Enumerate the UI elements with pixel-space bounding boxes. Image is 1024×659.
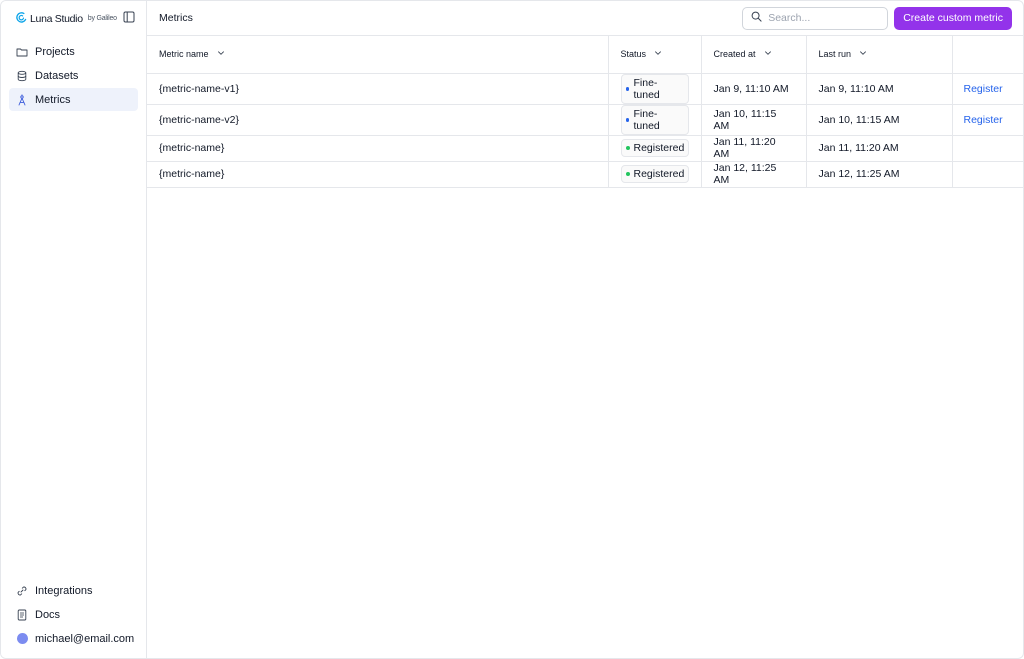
metric-name-cell: {metric-name-v1} — [147, 73, 609, 105]
sidebar-item-datasets[interactable]: Datasets — [9, 64, 138, 87]
status-badge: Registered — [620, 139, 690, 158]
page-title: Metrics — [159, 12, 193, 24]
status-label: Fine-tuned — [633, 76, 660, 101]
metrics-table: Metric name Status Created at Last run {… — [147, 36, 1023, 189]
status-dot — [625, 86, 630, 91]
sidebar-item-docs[interactable]: Docs — [9, 603, 138, 626]
chevron-down-icon — [654, 49, 662, 59]
column-label: Created at — [713, 49, 756, 60]
column-header-actions — [952, 36, 1023, 74]
created-at-cell: Jan 11, 11:20 AM — [701, 135, 807, 162]
create-custom-metric-button[interactable]: Create custom metric — [894, 6, 1012, 30]
chevron-down-icon — [764, 49, 772, 59]
metric-name-cell: {metric-name} — [147, 161, 609, 189]
table-header-row: Metric name Status Created at Last run — [147, 36, 1023, 74]
user-email: michael@email.com — [35, 632, 135, 645]
status-label: Registered — [633, 168, 685, 181]
register-link[interactable]: Register — [964, 83, 1003, 95]
link-icon — [16, 585, 28, 597]
sidebar-bottom: Integrations Docs michael@email.com — [1, 579, 146, 658]
status-cell: Fine-tuned — [608, 104, 702, 136]
status-dot — [625, 172, 630, 177]
database-icon — [16, 70, 28, 82]
column-header-status[interactable]: Status — [608, 36, 702, 74]
last-run-cell: Jan 12, 11:25 AM — [806, 161, 953, 189]
last-run-cell: Jan 11, 11:20 AM — [806, 135, 953, 162]
search-icon — [751, 11, 762, 25]
luna-logo-icon — [16, 11, 27, 26]
column-label: Metric name — [159, 49, 209, 60]
sidebar-item-label: Docs — [35, 608, 61, 621]
status-cell: Registered — [608, 135, 702, 162]
sidebar-item-label: Metrics — [35, 93, 71, 106]
last-run-cell: Jan 10, 11:15 AM — [806, 104, 953, 136]
status-dot — [625, 146, 630, 151]
brand-by: by Galileo — [87, 15, 117, 22]
action-cell — [952, 161, 1023, 189]
created-at-cell: Jan 12, 11:25 AM — [701, 161, 807, 189]
sidebar-toggle-icon — [123, 11, 135, 26]
last-run-cell: Jan 9, 11:10 AM — [806, 73, 953, 105]
table-row[interactable]: {metric-name} Registered Jan 11, 11:20 A… — [147, 135, 1023, 162]
search-box[interactable] — [742, 6, 889, 30]
column-header-metric-name[interactable]: Metric name — [147, 36, 609, 74]
sidebar-toggle-button[interactable] — [122, 11, 136, 26]
status-cell: Registered — [608, 161, 702, 189]
column-header-created-at[interactable]: Created at — [701, 36, 807, 74]
created-at-cell: Jan 10, 11:15 AM — [701, 104, 807, 136]
status-dot — [625, 117, 630, 122]
action-cell: Register — [952, 104, 1023, 136]
sidebar-item-label: Datasets — [35, 69, 79, 82]
status-badge: Fine-tuned — [620, 104, 689, 135]
table-row[interactable]: {metric-name-v1} Fine-tuned Jan 9, 11:10… — [147, 73, 1023, 105]
chevron-down-icon — [859, 49, 867, 59]
avatar — [16, 633, 28, 645]
status-label: Registered — [633, 142, 685, 155]
column-label: Last run — [818, 49, 852, 60]
status-badge: Registered — [620, 165, 690, 184]
column-header-last-run[interactable]: Last run — [806, 36, 953, 74]
column-label: Status — [620, 49, 647, 60]
folder-icon — [16, 46, 28, 58]
register-link[interactable]: Register — [964, 114, 1003, 126]
sidebar: Luna Studio by Galileo Projects Datasets… — [1, 1, 147, 658]
chevron-down-icon — [217, 49, 225, 59]
search-input[interactable] — [768, 12, 879, 24]
metric-icon — [16, 93, 28, 106]
sidebar-item-label: Integrations — [35, 584, 93, 597]
doc-icon — [16, 609, 28, 621]
brand-bar: Luna Studio by Galileo — [1, 1, 146, 36]
app-window: Luna Studio by Galileo Projects Datasets… — [0, 0, 1024, 659]
created-at-cell: Jan 9, 11:10 AM — [701, 73, 807, 105]
sidebar-item-metrics[interactable]: Metrics — [9, 88, 138, 111]
status-label: Fine-tuned — [633, 107, 660, 132]
metric-name-cell: {metric-name-v2} — [147, 104, 609, 136]
table-row[interactable]: {metric-name} Registered Jan 12, 11:25 A… — [147, 161, 1023, 189]
sidebar-item-label: Projects — [35, 45, 75, 58]
header: Metrics Create custom metric — [147, 1, 1023, 36]
sidebar-item-projects[interactable]: Projects — [9, 40, 138, 63]
sidebar-nav: Projects Datasets Metrics — [1, 36, 146, 111]
metric-name-cell: {metric-name} — [147, 135, 609, 162]
action-cell: Register — [952, 73, 1023, 105]
user-account[interactable]: michael@email.com — [9, 627, 138, 650]
brand-name: Luna Studio — [30, 12, 83, 25]
status-cell: Fine-tuned — [608, 73, 702, 105]
sidebar-item-integrations[interactable]: Integrations — [9, 579, 138, 602]
table-row[interactable]: {metric-name-v2} Fine-tuned Jan 10, 11:1… — [147, 104, 1023, 136]
status-badge: Fine-tuned — [620, 73, 689, 104]
logo[interactable]: Luna Studio by Galileo — [16, 11, 117, 26]
main-content: Metrics Create custom metric Metric nam — [147, 1, 1023, 658]
action-cell — [952, 135, 1023, 162]
